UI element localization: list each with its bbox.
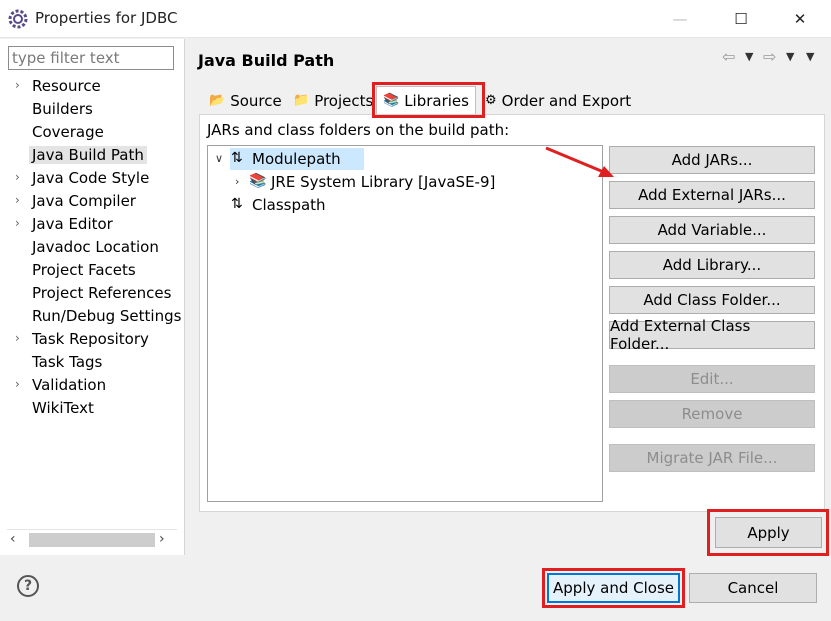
tree-item-classpath[interactable]: ⇅ Classpath	[212, 194, 592, 216]
build-path-label: JARs and class folders on the build path…	[207, 121, 510, 139]
sidebar-item-label: Coverage	[32, 123, 104, 141]
sidebar-item[interactable]: Java Build Path	[0, 144, 185, 167]
sidebar-item[interactable]: Builders	[0, 98, 185, 121]
tree-item-modulepath[interactable]: ∨ ⇅ Modulepath	[212, 148, 592, 170]
remove-button[interactable]: Remove	[609, 400, 815, 428]
sidebar-item[interactable]: Task Tags	[0, 351, 185, 374]
chevron-right-icon[interactable]: ›	[15, 377, 20, 391]
forward-arrow-icon[interactable]: ⇨	[763, 47, 776, 66]
sidebar-item-label: Validation	[32, 376, 107, 394]
projects-icon: 📁	[293, 93, 310, 108]
add-class-folder-button[interactable]: Add Class Folder...	[609, 286, 815, 314]
cancel-button[interactable]: Cancel	[689, 573, 817, 603]
sidebar-item-label: Task Tags	[32, 353, 103, 371]
tab-order-and-export[interactable]: ⚙ Order and Export	[478, 88, 638, 113]
sidebar-item-label: Java Compiler	[32, 192, 136, 210]
sidebar-item-label: Builders	[32, 100, 93, 118]
highlight-libraries-tab	[372, 82, 485, 118]
sidebar-item[interactable]: Coverage	[0, 121, 185, 144]
tree-item-label: Modulepath	[252, 150, 341, 168]
modulepath-icon: ⇅	[231, 150, 243, 166]
sidebar-item[interactable]: › Java Editor	[0, 213, 185, 236]
sidebar-item-label: Run/Debug Settings	[32, 307, 182, 325]
chevron-right-icon[interactable]: ›	[15, 78, 20, 92]
sidebar-item[interactable]: › Java Compiler	[0, 190, 185, 213]
sidebar-item-label: Project References	[32, 284, 172, 302]
tab-source[interactable]: 📂 Source	[202, 88, 289, 113]
eclipse-properties-icon	[8, 9, 28, 29]
sidebar-item[interactable]: Project References	[0, 282, 185, 305]
sidebar-item[interactable]: › Task Repository	[0, 328, 185, 351]
sidebar-item-label: Task Repository	[32, 330, 149, 348]
back-arrow-icon[interactable]: ⇦	[722, 47, 735, 66]
sidebar-item-label: Java Code Style	[32, 169, 150, 187]
library-icon: 📚	[249, 173, 267, 189]
sidebar-item-label: Project Facets	[32, 261, 136, 279]
annotation-arrow-icon	[545, 146, 614, 177]
sidebar-item[interactable]: › Resource	[0, 75, 185, 98]
window-title: Properties for JDBC	[35, 9, 178, 27]
order-export-icon: ⚙	[485, 93, 497, 108]
migrate-jar-button[interactable]: Migrate JAR File...	[609, 444, 815, 472]
chevron-right-icon[interactable]: ›	[15, 170, 20, 184]
help-icon[interactable]: ?	[17, 575, 39, 597]
sidebar-item[interactable]: WikiText	[0, 397, 185, 420]
tab-label: Order and Export	[501, 91, 632, 110]
chevron-down-icon[interactable]: ▼	[745, 50, 753, 63]
scroll-left-icon[interactable]: ‹	[10, 531, 16, 547]
highlight-apply-button	[707, 509, 829, 556]
add-library-button[interactable]: Add Library...	[609, 251, 815, 279]
chevron-right-icon[interactable]: ›	[15, 193, 20, 207]
scroll-thumb[interactable]	[29, 533, 155, 547]
chevron-right-icon[interactable]: ›	[15, 331, 20, 345]
sidebar-item-label: WikiText	[32, 399, 94, 417]
tree-item-label: JRE System Library [JavaSE-9]	[271, 173, 496, 191]
classpath-icon: ⇅	[231, 196, 243, 212]
page-title: Java Build Path	[198, 51, 335, 70]
filter-input[interactable]	[8, 46, 174, 70]
tree-item-jre-library[interactable]: › 📚 JRE System Library [JavaSE-9]	[212, 171, 592, 193]
horizontal-scrollbar[interactable]: ‹ ›	[7, 529, 177, 549]
close-icon[interactable]: ✕	[777, 0, 823, 38]
add-jars-button[interactable]: Add JARs...	[609, 146, 815, 174]
chevron-down-icon[interactable]: ∨	[215, 152, 223, 165]
highlight-apply-and-close-button	[542, 568, 685, 608]
edit-button[interactable]: Edit...	[609, 365, 815, 393]
tab-label: Source	[230, 91, 282, 110]
tree-item-label: Classpath	[252, 196, 326, 214]
sidebar-item[interactable]: Javadoc Location	[0, 236, 185, 259]
sidebar-item[interactable]: › Java Code Style	[0, 167, 185, 190]
sidebar-item-label: Java Editor	[32, 215, 113, 233]
maximize-icon[interactable]: ☐	[718, 0, 764, 38]
chevron-right-icon[interactable]: ›	[235, 175, 239, 188]
sidebar-item[interactable]: › Validation	[0, 374, 185, 397]
sidebar: › Resource Builders Coverage Java Build Path…	[0, 39, 185, 555]
tab-label: Projects	[314, 91, 374, 110]
source-folder-icon: 📂	[209, 93, 226, 108]
sidebar-item-label: Resource	[32, 77, 101, 95]
add-variable-button[interactable]: Add Variable...	[609, 216, 815, 244]
add-external-jars-button[interactable]: Add External JARs...	[609, 181, 815, 209]
minimize-icon[interactable]: —	[657, 0, 703, 38]
sidebar-item[interactable]: Project Facets	[0, 259, 185, 282]
sidebar-item-label: Java Build Path	[29, 146, 147, 164]
add-external-class-folder-button[interactable]: Add External Class Folder...	[609, 317, 815, 353]
sidebar-item-label: Javadoc Location	[32, 238, 159, 256]
chevron-right-icon[interactable]: ›	[15, 216, 20, 230]
scroll-right-icon[interactable]: ›	[159, 531, 165, 547]
view-menu-icon[interactable]: ▼	[806, 50, 814, 63]
sidebar-item[interactable]: Run/Debug Settings	[0, 305, 185, 328]
chevron-down-icon[interactable]: ▼	[786, 50, 794, 63]
tab-projects[interactable]: 📁 Projects	[286, 88, 380, 113]
